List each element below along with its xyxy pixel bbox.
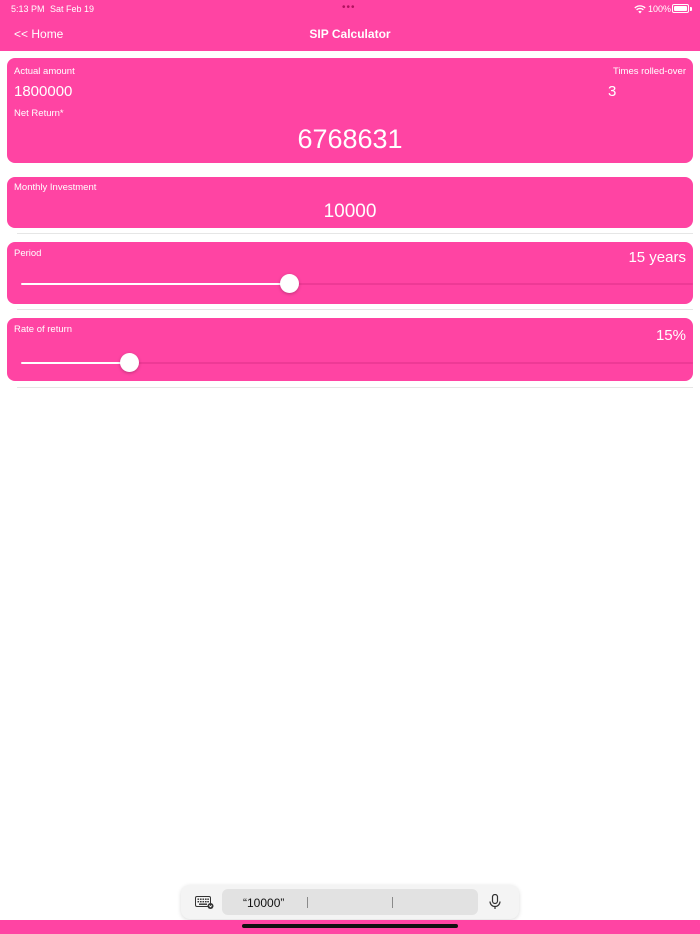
page-title: SIP Calculator — [309, 27, 391, 41]
period-card: Period 15 years — [7, 242, 693, 304]
status-date: Sat Feb 19 — [50, 4, 95, 14]
rate-of-return-card: Rate of return 15% — [7, 318, 693, 381]
monthly-investment-card: Monthly Investment 10000 — [7, 177, 693, 228]
rate-of-return-value: 15% — [655, 327, 686, 344]
status-time: 5:13 PM — [11, 4, 45, 14]
battery-icon — [672, 4, 689, 13]
period-value: 15 years — [628, 249, 686, 266]
divider — [17, 309, 693, 310]
period-label: Period — [14, 248, 42, 259]
period-slider-thumb[interactable] — [280, 274, 300, 293]
microphone-icon[interactable] — [489, 894, 501, 910]
divider — [17, 387, 693, 388]
period-slider[interactable] — [21, 274, 693, 294]
keyboard-shortcut-bar: “10000” — [181, 885, 519, 919]
period-slider-fill — [21, 283, 290, 285]
monthly-investment-input[interactable]: 10000 — [7, 201, 693, 223]
multitasking-dots-icon[interactable]: ••• — [342, 2, 356, 13]
times-rolled-over-value: 3 — [608, 83, 617, 100]
net-return-value: 6768631 — [297, 124, 403, 154]
status-bar: 5:13 PM Sat Feb 19 ••• 100% — [0, 0, 700, 18]
rate-slider-fill — [21, 362, 130, 364]
suggestion-divider — [392, 897, 393, 908]
times-rolled-over-label: Times rolled-over — [612, 66, 686, 77]
net-return-label: Net Return* — [14, 108, 64, 119]
actual-amount-label: Actual amount — [14, 66, 75, 77]
keyboard-icon[interactable] — [195, 896, 214, 909]
wifi-icon — [634, 5, 646, 14]
battery-percent: 100% — [648, 4, 672, 14]
summary-card: Actual amount 1800000 Times rolled-over … — [7, 58, 693, 163]
rate-of-return-slider[interactable] — [21, 353, 693, 373]
predictive-suggestion[interactable]: “10000” — [243, 896, 284, 910]
monthly-investment-label: Monthly Investment — [14, 182, 97, 193]
rate-of-return-label: Rate of return — [14, 324, 73, 335]
actual-amount-value: 1800000 — [14, 83, 73, 100]
battery-cap — [690, 7, 692, 11]
suggestion-divider — [307, 897, 308, 908]
navigation-bar: << Home SIP Calculator — [0, 18, 700, 51]
home-indicator[interactable] — [242, 924, 458, 928]
rate-slider-thumb[interactable] — [120, 353, 140, 372]
divider — [17, 233, 693, 234]
predictive-text-bar: “10000” — [222, 889, 478, 915]
